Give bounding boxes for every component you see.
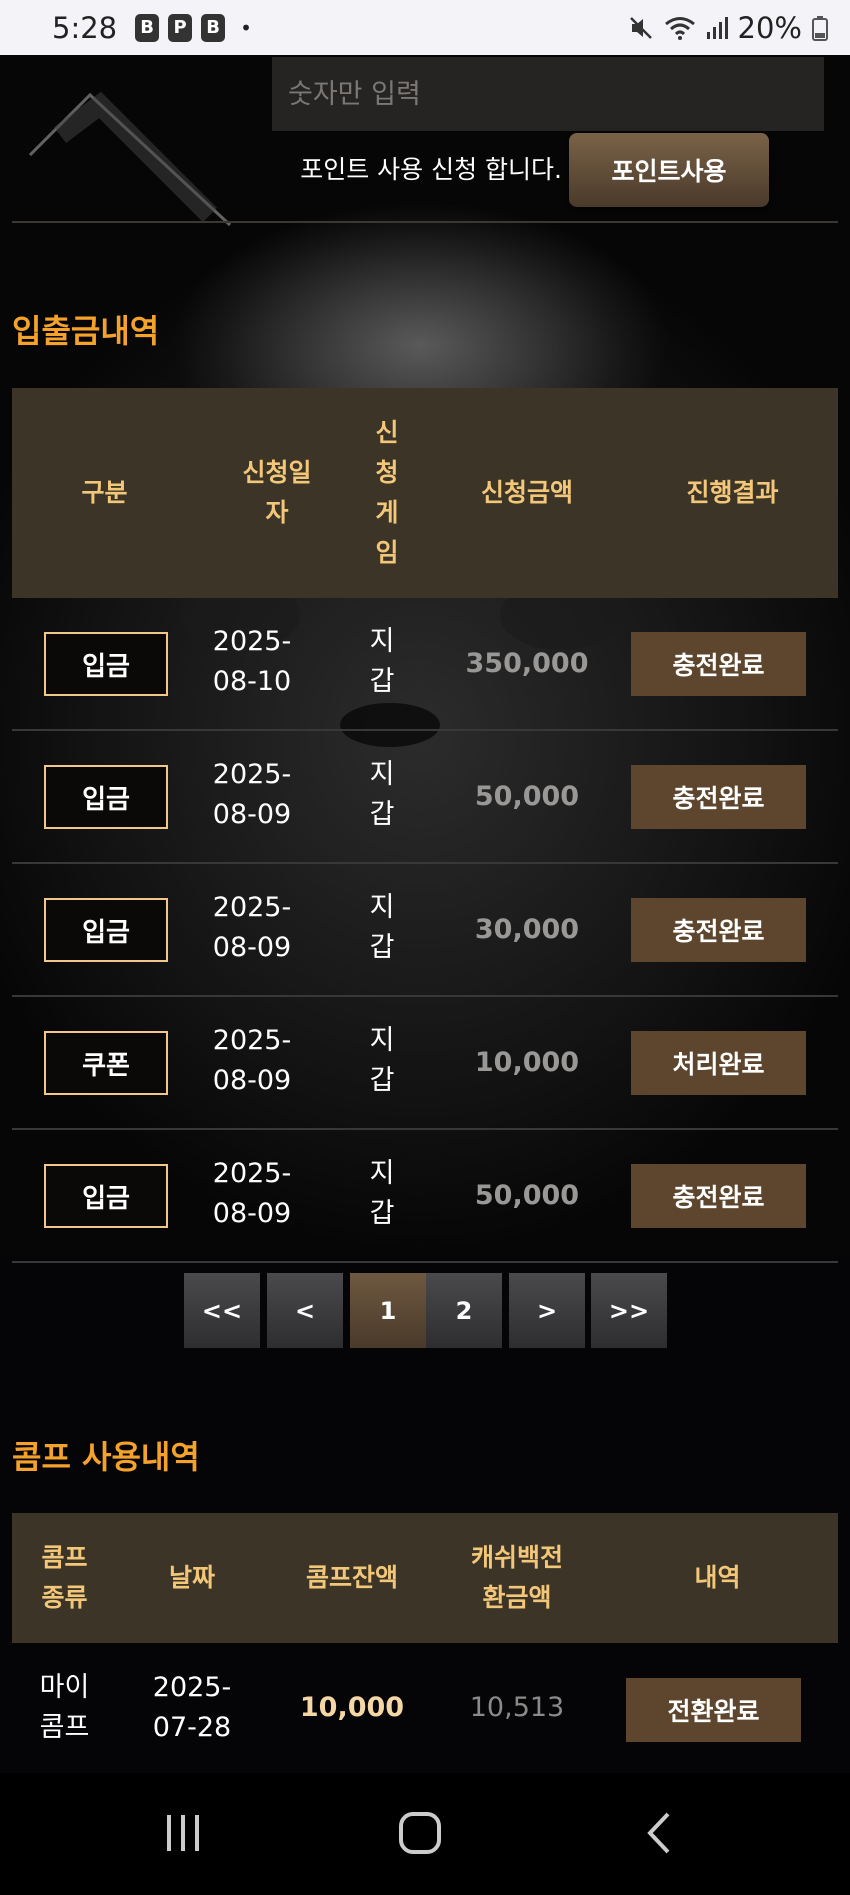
android-nav-bar xyxy=(0,1773,850,1895)
last-page-button[interactable]: >> xyxy=(591,1273,667,1348)
row-date: 2025- 08-09 xyxy=(212,1025,292,1096)
comp-date: 2025- 07-28 xyxy=(152,1672,232,1743)
row-type-badge: 입금 xyxy=(44,765,168,829)
divider xyxy=(12,221,838,223)
comp-cashback: 10,513 xyxy=(469,1692,565,1723)
recent-apps-icon xyxy=(167,1815,199,1851)
status-bar: 5:28 B P B • 20% xyxy=(0,0,850,55)
deposit-history-title: 입출금내역 xyxy=(12,312,160,350)
header-comp-balance: 콤프잔액 xyxy=(305,1563,398,1592)
deposit-table-header: 구분 신청일 자 신 청 게 임 신청금액 진행결과 xyxy=(12,388,838,598)
row-amount: 350,000 xyxy=(465,648,589,679)
row-game: 지 갑 xyxy=(369,626,395,697)
header-date: 신청일 자 xyxy=(242,458,312,527)
notification-dot-icon: • xyxy=(240,15,252,40)
row-game: 지 갑 xyxy=(369,1025,395,1096)
home-button[interactable] xyxy=(380,1803,460,1863)
next-page-button[interactable]: > xyxy=(509,1273,585,1348)
header-type: 구분 xyxy=(81,478,128,507)
wifi-icon xyxy=(664,16,695,40)
page-1-button[interactable]: 1 xyxy=(350,1273,426,1348)
back-icon xyxy=(647,1812,670,1854)
row-amount: 10,000 xyxy=(474,1047,580,1078)
row-type-badge: 쿠폰 xyxy=(44,1031,168,1095)
row-amount: 50,000 xyxy=(474,781,580,812)
header-comp-date: 날짜 xyxy=(168,1563,215,1592)
app-b-icon: B xyxy=(135,13,160,42)
header-comp-detail: 내역 xyxy=(694,1563,741,1592)
app-b2-icon: B xyxy=(201,13,226,42)
recent-apps-button[interactable] xyxy=(143,1803,223,1863)
app-p-icon: P xyxy=(168,13,193,42)
header-amount: 신청금액 xyxy=(480,478,573,507)
comp-history-title: 콤프 사용내역 xyxy=(12,1438,200,1476)
table-row: 마이 콤프 2025- 07-28 10,000 10,513 전환완료 xyxy=(12,1643,838,1773)
row-result-button[interactable]: 충전완료 xyxy=(631,1164,806,1228)
row-amount: 50,000 xyxy=(474,1180,580,1211)
prev-page-button[interactable]: < xyxy=(267,1273,343,1348)
table-row: 입금 2025- 08-10 지 갑 350,000 충전완료 xyxy=(12,598,838,731)
battery-percent: 20% xyxy=(737,10,802,45)
status-time: 5:28 xyxy=(52,10,118,45)
row-result-button[interactable]: 충전완료 xyxy=(631,898,806,962)
battery-icon xyxy=(812,15,828,41)
page-2-button[interactable]: 2 xyxy=(426,1273,502,1348)
use-point-button[interactable]: 포인트사용 xyxy=(569,133,769,207)
row-result-button[interactable]: 처리완료 xyxy=(631,1031,806,1095)
home-icon xyxy=(399,1812,441,1854)
signal-icon xyxy=(706,16,728,39)
header-game: 신 청 게 임 xyxy=(375,418,399,567)
comp-kind: 마이 콤프 xyxy=(39,1672,90,1743)
row-type-badge: 입금 xyxy=(44,632,168,696)
header-comp-kind: 콤프 종류 xyxy=(41,1543,88,1612)
first-page-button[interactable]: << xyxy=(184,1273,260,1348)
status-right: 20% xyxy=(628,11,828,45)
row-amount: 30,000 xyxy=(474,914,580,945)
back-button[interactable] xyxy=(620,1803,700,1863)
header-result: 진행결과 xyxy=(686,478,779,507)
comp-detail-button[interactable]: 전환완료 xyxy=(626,1678,801,1742)
row-result-button[interactable]: 충전완료 xyxy=(631,765,806,829)
row-game: 지 갑 xyxy=(369,892,395,963)
row-game: 지 갑 xyxy=(369,759,395,830)
row-type-badge: 입금 xyxy=(44,1164,168,1228)
row-divider xyxy=(12,1261,838,1263)
header-comp-cashback: 캐쉬백전 환금액 xyxy=(470,1543,563,1612)
row-date: 2025- 08-09 xyxy=(212,892,292,963)
row-game: 지 갑 xyxy=(369,1158,395,1229)
table-row: 입금 2025- 08-09 지 갑 50,000 충전완료 xyxy=(12,1130,838,1263)
row-result-button[interactable]: 충전완료 xyxy=(631,632,806,696)
row-date: 2025- 08-09 xyxy=(212,759,292,830)
table-row: 입금 2025- 08-09 지 갑 30,000 충전완료 xyxy=(12,864,838,997)
row-date: 2025- 08-09 xyxy=(212,1158,292,1229)
mute-icon xyxy=(629,16,652,39)
comp-balance: 10,000 xyxy=(299,1692,405,1723)
row-type-badge: 입금 xyxy=(44,898,168,962)
row-date: 2025- 08-10 xyxy=(212,626,292,697)
point-request-message: 포인트 사용 신청 합니다. xyxy=(300,155,562,184)
table-row: 입금 2025- 08-09 지 갑 50,000 충전완료 xyxy=(12,731,838,864)
table-row: 쿠폰 2025- 08-09 지 갑 10,000 처리완료 xyxy=(12,997,838,1130)
point-amount-input[interactable] xyxy=(272,57,824,131)
comp-table-header: 콤프 종류 날짜 콤프잔액 캐쉬백전 환금액 내역 xyxy=(12,1513,838,1643)
